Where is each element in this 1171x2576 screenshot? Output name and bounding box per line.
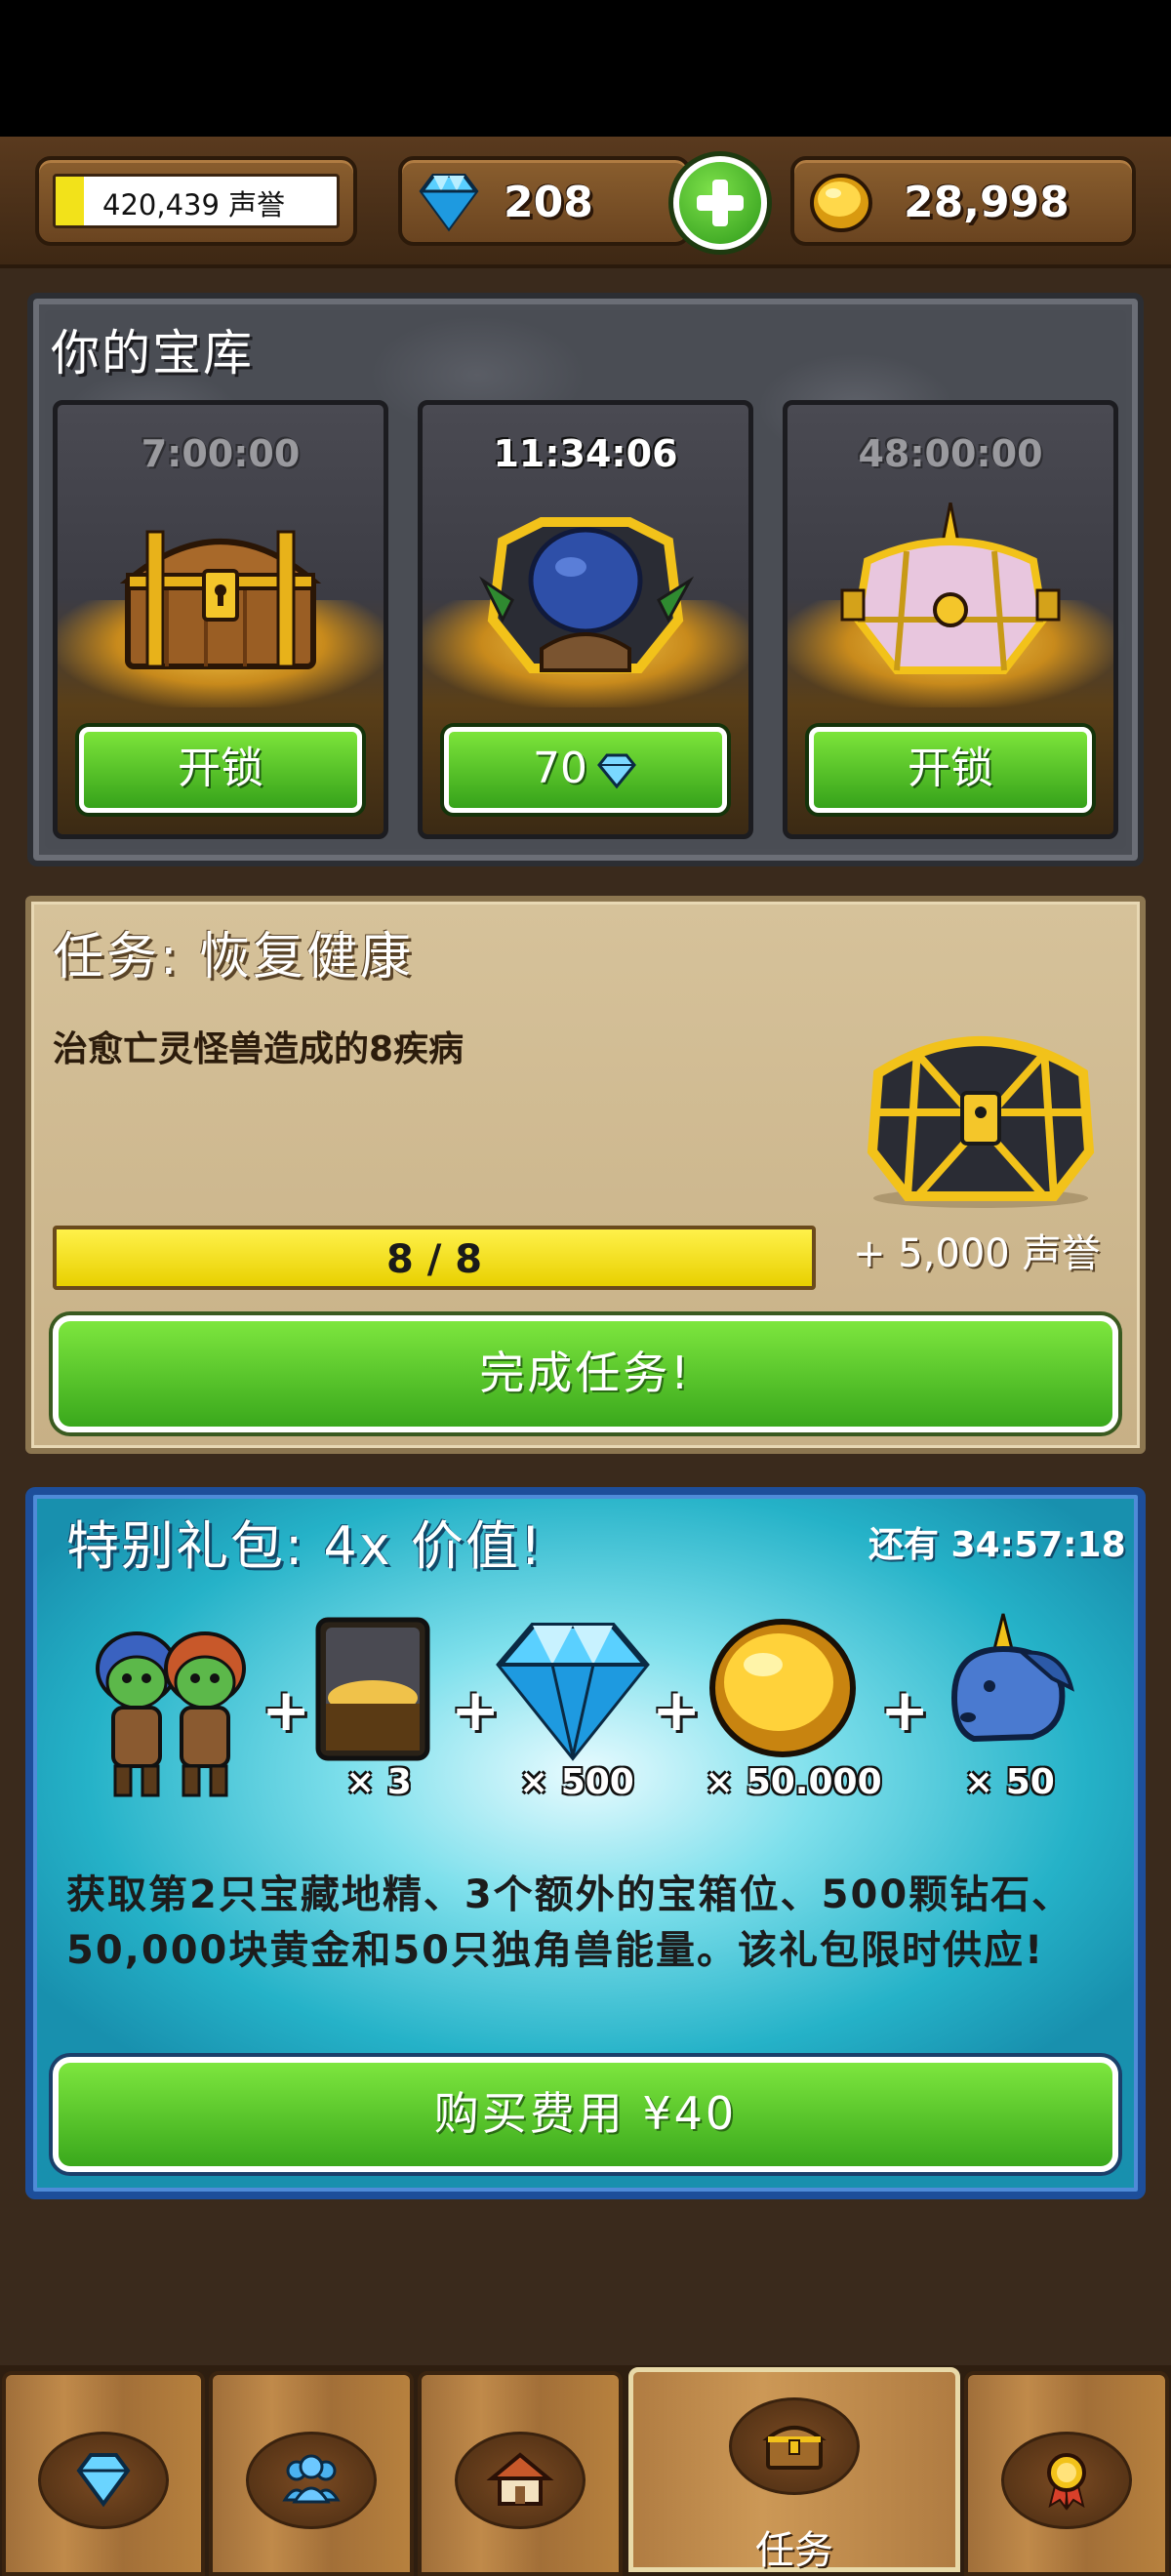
friends-icon — [282, 2454, 341, 2504]
item-quantity: × 50 — [964, 1762, 1055, 1802]
complete-quest-button[interactable]: 完成任务! — [53, 1315, 1118, 1432]
plus-sign: + — [652, 1676, 702, 1745]
quest-description: 治愈亡灵怪兽造成的8疾病 — [53, 1029, 464, 1069]
offer-description: 获取第2只宝藏地精、3个额外的宝箱位、500颗钻石、50,000块黄金和50只独… — [66, 1872, 1073, 1973]
reward-chest-icon — [867, 1036, 1095, 1208]
game-screen: 420,439 声誉 208 28,998 你的宝库 7:00:00 开锁 11… — [0, 0, 1171, 2576]
gold-coin-icon — [810, 174, 872, 232]
tab-quests[interactable]: 任务 — [628, 2367, 960, 2573]
gold-coin-icon — [709, 1619, 856, 1757]
quest-reward: + 5,000 声誉 — [853, 1231, 1101, 1276]
diamond-icon — [597, 753, 636, 789]
gem-counter[interactable]: 208 — [398, 156, 691, 246]
chest-slot-3[interactable]: 48:00:00 开锁 — [783, 400, 1118, 839]
chest-icon — [762, 2426, 827, 2470]
unicorn-chest-icon — [840, 503, 1061, 674]
diamond-icon — [496, 1623, 650, 1761]
wooden-chest-icon — [119, 530, 322, 669]
status-bar — [0, 0, 1171, 137]
buy-offer-button[interactable]: 购买费用 ¥40 — [53, 2057, 1118, 2172]
item-quantity: × 3 — [345, 1762, 412, 1802]
chest-timer: 7:00:00 — [141, 432, 301, 475]
tab-quests-label: 任务 — [755, 2528, 833, 2573]
goblin-opening-chest-icon — [479, 517, 695, 673]
unlock-chest-button[interactable]: 开锁 — [79, 727, 362, 813]
item-quantity: × 500 — [519, 1762, 634, 1802]
quest-progress-bar: 8 / 8 — [53, 1226, 816, 1290]
offer-timer: 还有 34:57:18 — [868, 1525, 1126, 1565]
plus-sign: + — [262, 1676, 311, 1745]
chest-timer: 11:34:06 — [493, 432, 678, 475]
chest-slot-card-icon — [315, 1617, 430, 1761]
vault-title: 你的宝库 — [51, 325, 254, 382]
offer-title: 特别礼包: 4x 价值! — [66, 1515, 544, 1577]
gem-icon — [76, 2453, 131, 2508]
reputation-meter[interactable]: 420,439 声誉 — [35, 156, 357, 246]
reputation-bar: 420,439 声誉 — [53, 174, 340, 228]
chest-timer: 48:00:00 — [858, 432, 1043, 475]
item-quantity: × 50.000 — [705, 1762, 882, 1802]
plus-icon — [697, 180, 744, 226]
reputation-value: 420,439 声誉 — [102, 188, 286, 221]
quest-progress-text: 8 / 8 — [385, 1237, 483, 1282]
gem-cost: 70 — [533, 744, 587, 793]
diamond-icon — [419, 174, 479, 232]
tab-gems[interactable] — [2, 2371, 205, 2576]
village-icon — [486, 2452, 554, 2506]
resource-bar: 420,439 声誉 208 28,998 — [0, 137, 1171, 268]
goblins-icon — [96, 1631, 246, 1797]
unicorn-icon — [950, 1613, 1074, 1743]
chest-slot-1[interactable]: 7:00:00 开锁 — [53, 400, 388, 839]
reputation-fill — [56, 177, 84, 225]
medal-icon — [1047, 2453, 1086, 2511]
gold-counter[interactable]: 28,998 — [790, 156, 1136, 246]
speed-up-chest-button[interactable]: 70 — [444, 727, 727, 813]
tab-village[interactable] — [418, 2371, 623, 2576]
quest-title: 任务: 恢复健康 — [53, 928, 415, 986]
gold-count: 28,998 — [904, 178, 1070, 227]
buy-gems-button[interactable] — [673, 156, 767, 250]
plus-sign: + — [880, 1676, 930, 1745]
gem-count: 208 — [504, 178, 593, 227]
chest-slot-2[interactable]: 11:34:06 70 — [418, 400, 753, 839]
unlock-chest-button[interactable]: 开锁 — [809, 727, 1092, 813]
tab-achievements[interactable] — [964, 2371, 1169, 2576]
tab-friends[interactable] — [209, 2371, 414, 2576]
